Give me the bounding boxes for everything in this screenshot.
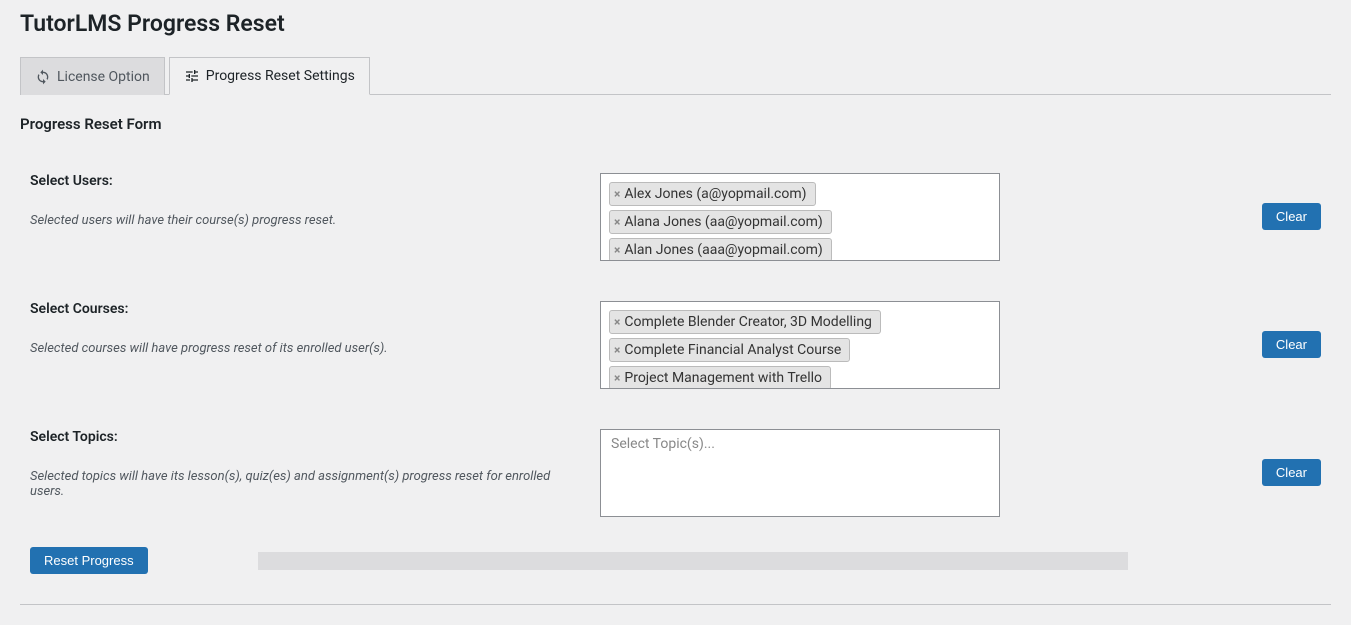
topics-multiselect[interactable]: Select Topic(s)... [600, 429, 1000, 517]
reset-progress-button[interactable]: Reset Progress [30, 547, 148, 574]
courses-label: Select Courses: [30, 301, 580, 317]
remove-tag-icon[interactable]: × [614, 243, 620, 257]
remove-tag-icon[interactable]: × [614, 371, 620, 385]
topics-desc: Selected topics will have its lesson(s),… [30, 469, 550, 499]
clear-users-button[interactable]: Clear [1262, 203, 1321, 230]
tab-label: Progress Reset Settings [206, 68, 355, 84]
course-tag: × Complete Financial Analyst Course [609, 338, 850, 362]
user-tag: × Alex Jones (a@yopmail.com) [609, 182, 816, 206]
clear-topics-button[interactable]: Clear [1262, 459, 1321, 486]
form-row-topics: Select Topics: Selected topics will have… [20, 409, 1331, 537]
progress-bar [258, 552, 1128, 570]
course-tag: × Project Management with Trello [609, 366, 831, 389]
submit-row: Reset Progress [20, 537, 1331, 584]
tag-label: Alan Jones (aaa@yopmail.com) [624, 242, 822, 258]
tag-label: Complete Financial Analyst Course [624, 342, 841, 358]
page-title: TutorLMS Progress Reset [20, 10, 1331, 37]
remove-tag-icon[interactable]: × [614, 187, 620, 201]
remove-tag-icon[interactable]: × [614, 343, 620, 357]
users-label: Select Users: [30, 173, 580, 189]
tag-label: Project Management with Trello [624, 370, 822, 386]
tab-license-option[interactable]: License Option [20, 57, 165, 95]
user-tag: × Alana Jones (aa@yopmail.com) [609, 210, 832, 234]
settings-icon [184, 68, 200, 84]
form-row-users: Select Users: Selected users will have t… [20, 153, 1331, 281]
tag-label: Alex Jones (a@yopmail.com) [624, 186, 806, 202]
remove-tag-icon[interactable]: × [614, 315, 620, 329]
topics-label: Select Topics: [30, 429, 580, 445]
tag-label: Alana Jones (aa@yopmail.com) [624, 214, 822, 230]
tab-progress-reset-settings[interactable]: Progress Reset Settings [169, 57, 370, 95]
topics-placeholder: Select Topic(s)... [607, 434, 719, 454]
course-tag: × Complete Blender Creator, 3D Modelling [609, 310, 881, 334]
clear-courses-button[interactable]: Clear [1262, 331, 1321, 358]
tab-label: License Option [57, 69, 150, 85]
tag-label: Complete Blender Creator, 3D Modelling [624, 314, 872, 330]
form-row-courses: Select Courses: Selected courses will ha… [20, 281, 1331, 409]
remove-tag-icon[interactable]: × [614, 215, 620, 229]
divider [20, 604, 1331, 605]
courses-desc: Selected courses will have progress rese… [30, 341, 388, 356]
section-title: Progress Reset Form [20, 115, 1331, 133]
users-desc: Selected users will have their course(s)… [30, 213, 336, 228]
courses-multiselect[interactable]: × Complete Blender Creator, 3D Modelling… [600, 301, 1000, 389]
sync-icon [35, 69, 51, 85]
users-multiselect[interactable]: × Alex Jones (a@yopmail.com) × Alana Jon… [600, 173, 1000, 261]
nav-tabs: License Option Progress Reset Settings [20, 57, 1331, 95]
user-tag: × Alan Jones (aaa@yopmail.com) [609, 238, 832, 261]
